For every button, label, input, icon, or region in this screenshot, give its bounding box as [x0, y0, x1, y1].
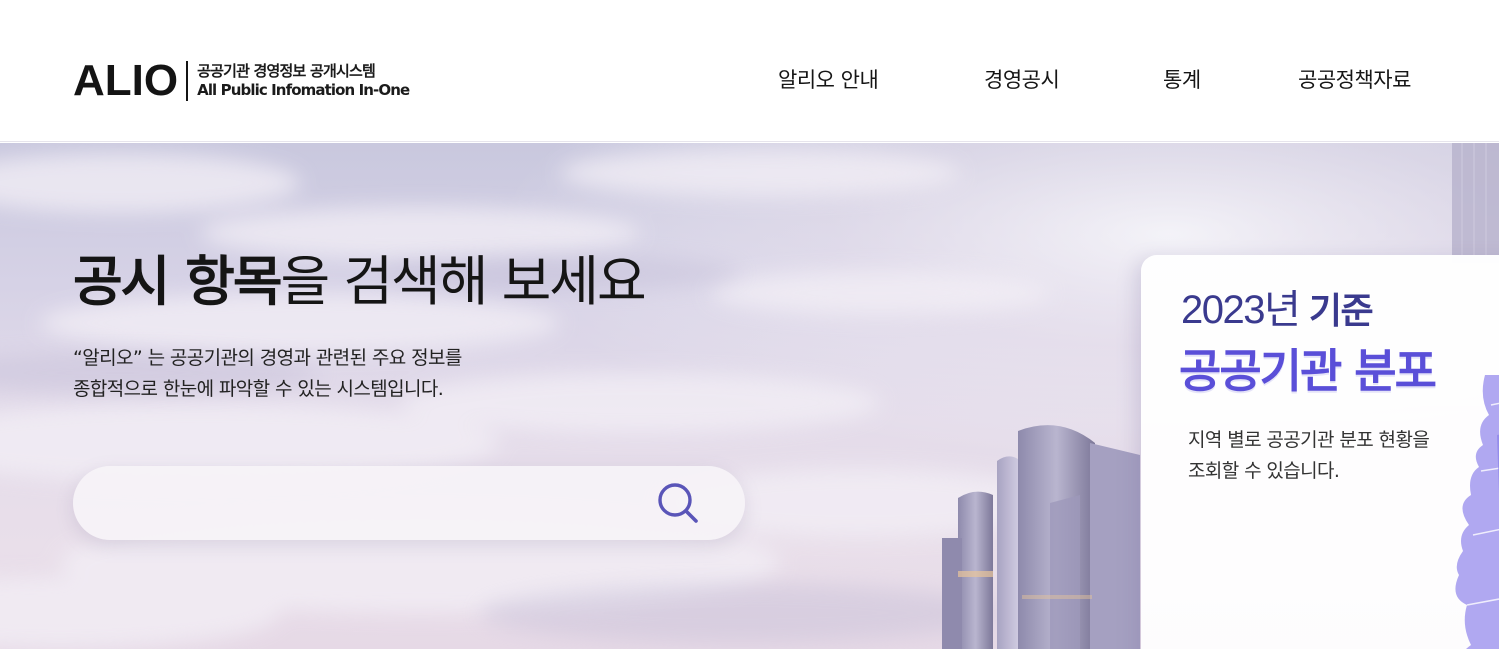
hero-title-rest: 을 검색해 보세요	[280, 250, 647, 313]
nav-item-public-policy[interactable]: 공공정책자료	[1298, 64, 1411, 94]
korea-map-icon	[1455, 375, 1499, 649]
hero-section: 공시 항목을 검색해 보세요 “알리오” 는 공공기관의 경영과 관련된 주요 …	[0, 143, 1499, 649]
nav-item-management-disclosure[interactable]: 경영공시	[984, 64, 1060, 94]
logo-korean-name: 공공기관 경영정보 공개시스템	[197, 62, 376, 80]
card-headline: 공공기관 분포	[1179, 344, 1437, 398]
nav-item-alio-guide[interactable]: 알리오 안내	[778, 64, 879, 94]
site-header: ALIO 공공기관 경영정보 공개시스템 All Public Infomati…	[0, 0, 1499, 142]
card-description-line-1: 지역 별로 공공기관 분포 현황을	[1188, 429, 1430, 451]
hero-description-line-1: “알리오” 는 공공기관의 경영과 관련된 주요 정보를	[73, 347, 462, 369]
card-year: 2023년	[1181, 288, 1301, 332]
card-description: 지역 별로 공공기관 분포 현황을 조회할 수 있습니다.	[1188, 425, 1430, 487]
card-description-line-2: 조회할 수 있습니다.	[1188, 460, 1340, 482]
logo-divider	[186, 61, 189, 101]
logo-text: 공공기관 경영정보 공개시스템 All Public Infomation In…	[197, 62, 410, 100]
hero-title: 공시 항목을 검색해 보세요	[73, 247, 647, 317]
search-box	[73, 466, 745, 540]
card-year-suffix: 기준	[1308, 291, 1374, 332]
search-button[interactable]	[651, 476, 705, 530]
logo-mark: ALIO	[73, 56, 179, 105]
card-year-label: 2023년 기준	[1181, 277, 1374, 335]
alio-logo[interactable]: ALIO 공공기관 경영정보 공개시스템 All Public Infomati…	[73, 56, 410, 105]
logo-english-name: All Public Infomation In-One	[197, 81, 410, 99]
hero-description: “알리오” 는 공공기관의 경영과 관련된 주요 정보를 종합적으로 한눈에 파…	[73, 343, 462, 405]
search-input[interactable]	[103, 483, 643, 523]
nav-item-statistics[interactable]: 통계	[1163, 64, 1201, 94]
institution-distribution-card[interactable]: 2023년 기준 공공기관 분포 지역 별로 공공기관 분포 현황을 조회할 수…	[1141, 255, 1499, 649]
search-icon	[658, 483, 698, 523]
hero-title-bold: 공시 항목	[73, 250, 283, 313]
hero-description-line-2: 종합적으로 한눈에 파악할 수 있는 시스템입니다.	[73, 378, 444, 400]
